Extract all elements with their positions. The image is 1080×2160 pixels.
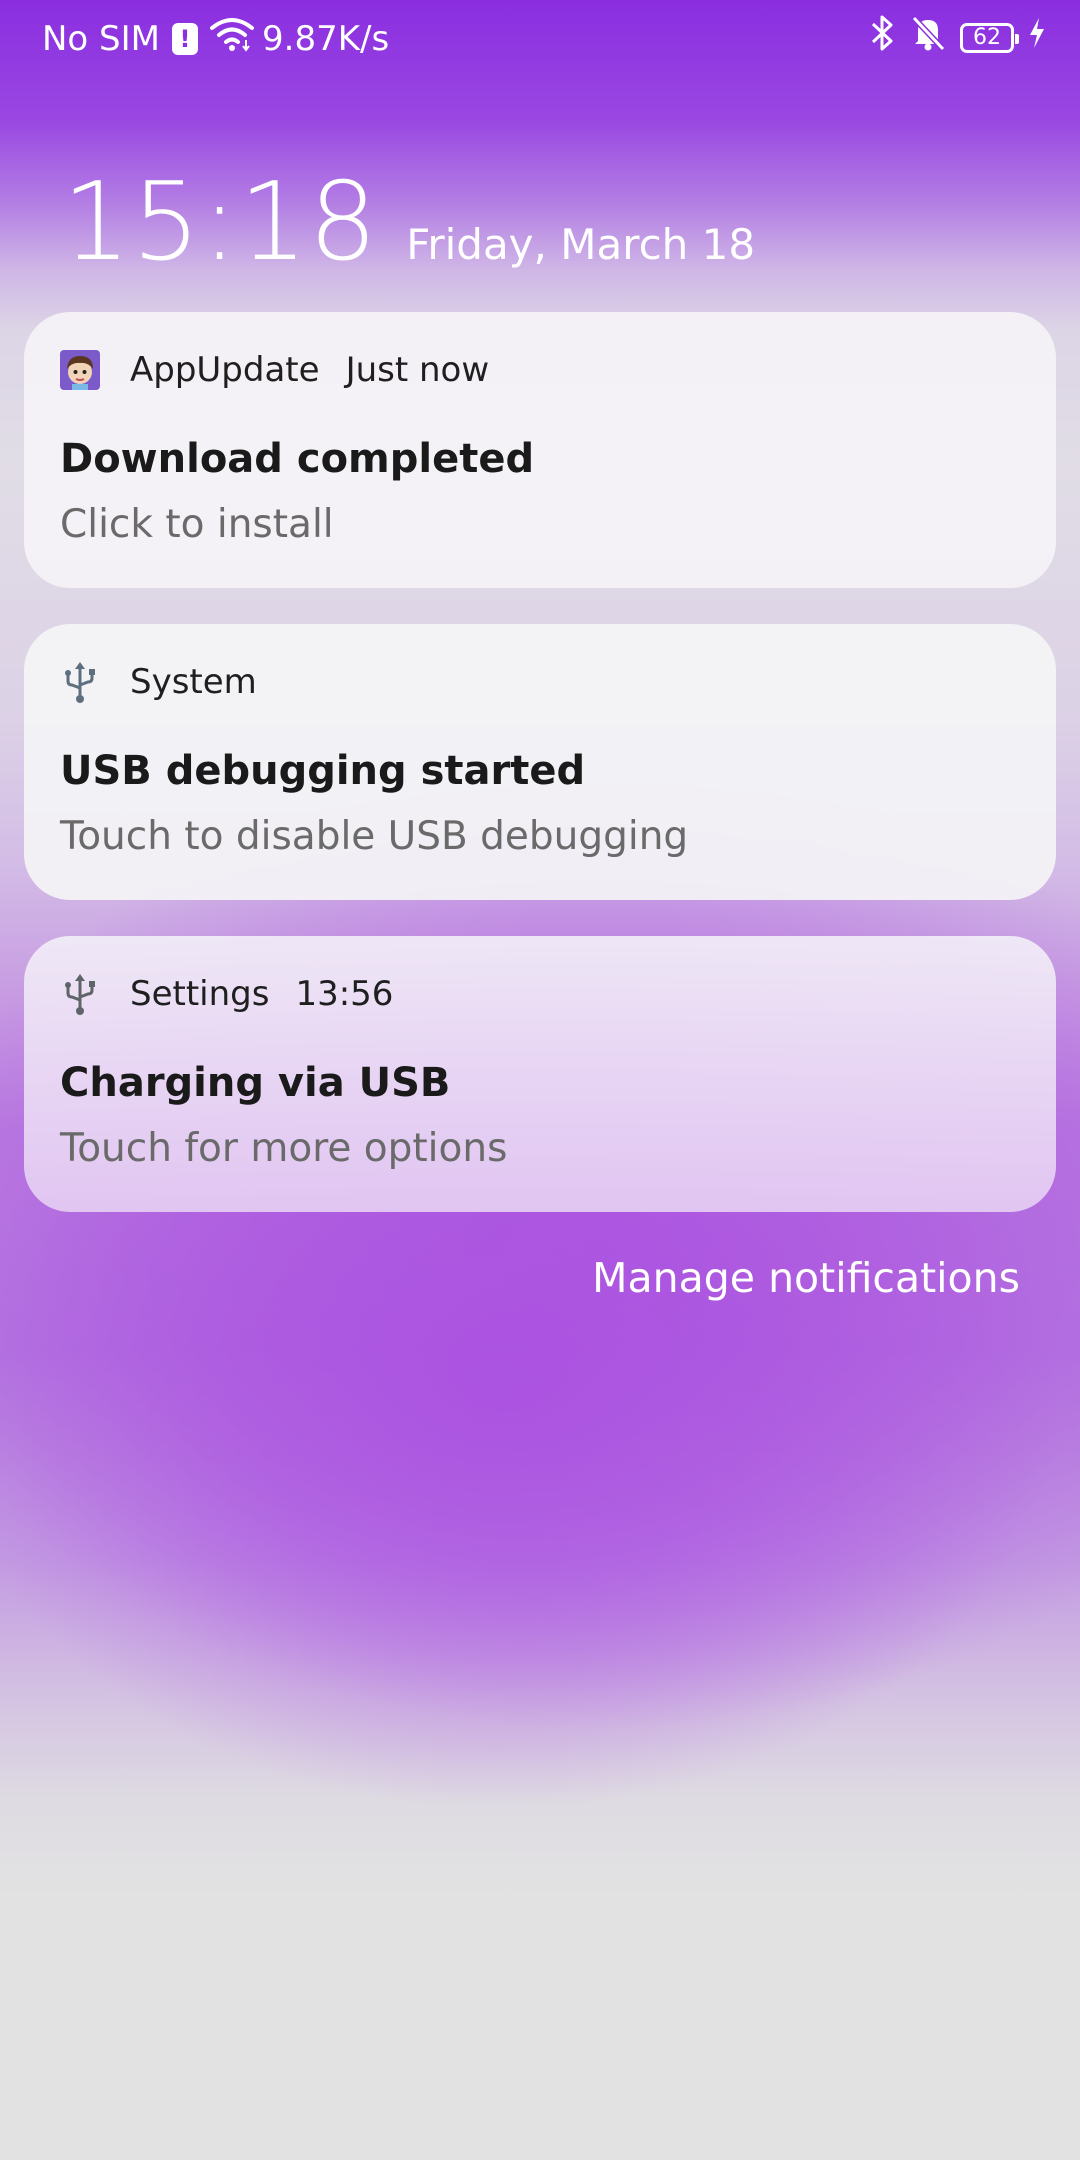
notification-app-name: AppUpdate [130,350,320,390]
wifi-icon [210,16,254,61]
usb-icon [60,662,100,703]
notification-card-appupdate[interactable]: AppUpdate Just now Download completed Cl… [24,312,1056,588]
carrier-label: No SIM [42,18,160,59]
notification-app-name: System [130,662,257,702]
silent-bell-icon [910,14,946,61]
usb-icon [60,974,100,1015]
notification-app-name: Settings [130,974,270,1014]
bluetooth-icon [870,14,896,61]
notification-card-settings[interactable]: Settings 13:56 Charging via USB Touch fo… [24,936,1056,1212]
net-speed-label: 9.87K/s [262,18,390,59]
notification-header: Settings 13:56 [60,974,394,1015]
notification-title: Download completed [60,436,535,482]
sim-alert-icon: ! [172,22,198,55]
notification-time: Just now [345,350,490,390]
battery-icon: 62 [960,22,1019,53]
app-update-avatar-icon [60,350,100,390]
notification-header: AppUpdate Just now [60,350,489,390]
notification-time: 13:56 [295,974,394,1014]
status-bar: No SIM ! 9.87K/s 62 [0,0,1080,74]
manage-notifications-button[interactable]: Manage notifications [592,1254,1020,1302]
notification-header: System [60,662,283,703]
status-bar-left: No SIM ! 9.87K/s [42,16,389,61]
notification-text: Touch to disable USB debugging [60,814,689,859]
notification-text: Click to install [60,502,334,547]
charging-bolt-icon [1028,17,1046,58]
notification-title: Charging via USB [60,1060,451,1106]
notification-title: USB debugging started [60,748,586,794]
notification-card-system[interactable]: System USB debugging started Touch to di… [24,624,1056,900]
lockscreen-clock-row: 15:18 Friday, March 18 [62,160,755,285]
lockscreen-time: 15:18 [62,160,379,285]
lockscreen-date: Friday, March 18 [406,220,756,269]
status-bar-right: 62 [870,14,1046,61]
notification-text: Touch for more options [60,1126,508,1171]
